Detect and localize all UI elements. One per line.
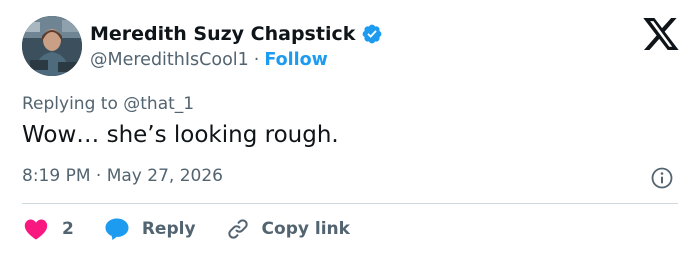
handle-separator: · [253,50,260,70]
tweet-embed-card: Meredith Suzy Chapstick @MeredithIsCool1… [0,0,700,256]
author-display-name[interactable]: Meredith Suzy Chapstick [90,23,355,45]
reply-label: Reply [141,219,196,239]
heart-icon [24,219,48,240]
author-name-row: Meredith Suzy Chapstick [90,21,383,47]
author-handle[interactable]: @MeredithIsCool1 [90,50,249,70]
like-count: 2 [62,219,74,239]
avatar[interactable] [22,16,82,76]
replying-to-line: Replying to @that_1 [22,94,194,114]
avatar-photo [22,16,82,76]
tweet-date: May 27, 2026 [106,166,223,186]
link-icon [227,219,248,239]
replying-to-prefix: Replying to [22,94,118,114]
divider [22,203,678,204]
copy-link-label: Copy link [261,219,350,239]
info-icon[interactable] [650,166,674,190]
like-button[interactable]: 2 [24,218,74,240]
speech-bubble-icon [105,218,129,240]
author-handle-row: @MeredithIsCool1 · Follow [90,48,328,72]
timestamp-separator: · [95,166,102,186]
copy-link-button[interactable]: Copy link [226,217,350,241]
x-logo-icon[interactable] [643,18,679,50]
tweet-time: 8:19 PM [22,166,91,186]
action-bar: 2 Reply Copy link [24,214,350,244]
tweet-text: Wow… she’s looking rough. [22,122,339,148]
tweet-timestamp[interactable]: 8:19 PM · May 27, 2026 [22,166,223,186]
follow-button[interactable]: Follow [264,50,327,70]
replying-to-mention[interactable]: @that_1 [123,94,194,114]
reply-button[interactable]: Reply [104,217,196,241]
verified-badge-icon [361,23,383,45]
